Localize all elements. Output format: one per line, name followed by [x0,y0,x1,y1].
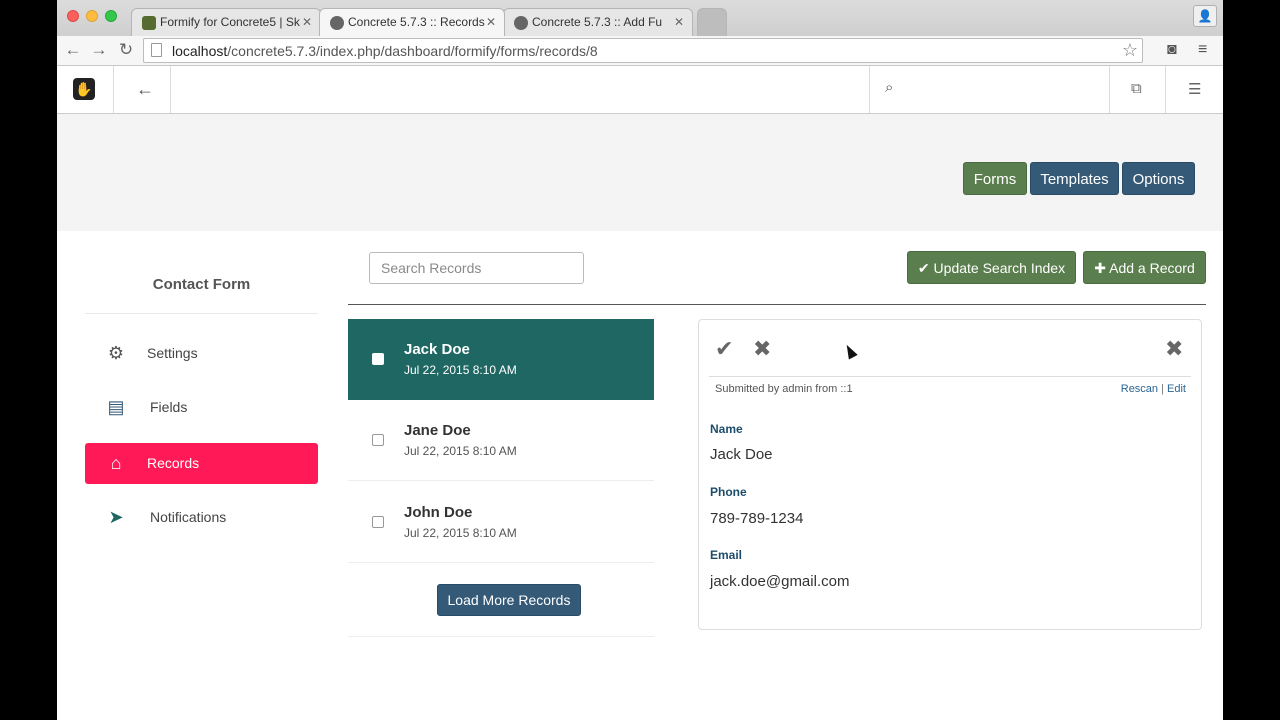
cms-search[interactable]: ⌕ [869,66,1110,113]
plus-icon: ✚ [1094,260,1106,276]
url-text: localhost/concrete5.7.3/index.php/dashbo… [172,43,598,59]
record-date: Jul 22, 2015 8:10 AM [404,526,517,540]
browser-window: Formify for Concrete5 | Sk ✕ Concrete 5.… [57,0,1223,720]
sidebar-item-label: Records [147,455,200,471]
divider [709,376,1191,377]
reject-x-icon[interactable]: ✖ [753,336,771,362]
load-more-records-button[interactable]: Load More Records [437,584,581,616]
update-search-index-button[interactable]: ✔ Update Search Index [907,251,1076,284]
page-icon [151,43,162,57]
record-date: Jul 22, 2015 8:10 AM [404,444,517,458]
options-button[interactable]: Options [1122,162,1195,195]
link-separator: | [1161,383,1164,395]
sidebar-item-notifications[interactable]: ➤ Notifications [85,497,318,538]
add-record-button[interactable]: ✚ Add a Record [1083,251,1206,284]
tab-strip: Formify for Concrete5 | Sk ✕ Concrete 5.… [57,0,1223,36]
approve-check-icon[interactable]: ✔ [715,336,733,362]
new-tab-button[interactable] [697,8,727,36]
edit-link[interactable]: Edit [1167,383,1186,395]
record-checkbox[interactable] [372,516,384,528]
button-label: Update Search Index [933,260,1066,276]
record-item-jack-doe[interactable]: Jack Doe Jul 22, 2015 8:10 AM [348,319,654,400]
divider [1165,66,1166,113]
address-bar[interactable]: localhost/concrete5.7.3/index.php/dashbo… [143,38,1143,63]
cms-toolbar: ✋ ← ⌕ ⧉ ☰ [57,66,1223,114]
logo-cell[interactable]: ✋ [57,66,114,113]
field-label-email: Email [710,548,743,562]
sidebar-item-label: Notifications [150,509,227,525]
divider [348,304,1206,305]
settings-sliders-icon[interactable]: ☰ [1188,80,1201,98]
paper-plane-icon: ➤ [108,507,124,527]
maximize-window-button[interactable] [105,10,117,22]
tab-title: Formify for Concrete5 | Sk [160,15,300,29]
field-label-phone: Phone [710,485,747,499]
formify-favicon-icon [142,16,156,30]
sidebar-item-fields[interactable]: ▤ Fields [85,387,318,428]
tab-close-icon[interactable]: ✕ [674,15,684,29]
divider [348,636,654,637]
record-name: Jack Doe [404,341,470,358]
detail-links: Rescan | Edit [1121,383,1186,395]
record-name: Jane Doe [404,422,471,439]
button-label: Add a Record [1109,260,1195,276]
forms-button[interactable]: Forms [963,162,1027,195]
back-icon[interactable]: ← [62,40,84,60]
menu-icon[interactable]: ≡ [1198,41,1207,59]
field-value-name: Jack Doe [710,446,773,463]
sidebar-item-settings[interactable]: ⚙ Settings [85,333,318,374]
sidebar-item-records[interactable]: ⌂ Records [85,443,318,484]
gear-icon: ⚙ [107,343,125,363]
tab-close-icon[interactable]: ✕ [302,15,312,29]
divider [85,313,318,314]
pages-icon[interactable]: ⧉ [1131,80,1142,97]
concrete5-favicon-icon [514,16,528,30]
browser-toolbar: ← → ↻ localhost/concrete5.7.3/index.php/… [57,36,1223,66]
minimize-window-button[interactable] [86,10,98,22]
reload-icon[interactable]: ↻ [115,40,137,60]
search-icon: ⌕ [885,79,894,96]
record-name: John Doe [404,504,473,521]
tab-title: Concrete 5.7.3 :: Records [348,15,485,29]
record-item-jane-doe[interactable]: Jane Doe Jul 22, 2015 8:10 AM [348,400,654,481]
arrow-left-icon[interactable]: ← [136,79,154,100]
record-checkbox[interactable] [372,353,384,365]
submitted-info: Submitted by admin from ::1 [715,383,853,395]
tab-add-function[interactable]: Concrete 5.7.3 :: Add Fu ✕ [503,8,693,36]
rescan-link[interactable]: Rescan [1121,383,1158,395]
sidebar-item-label: Settings [147,345,198,361]
field-value-email: jack.doe@gmail.com [710,573,850,590]
page-header: Forms Templates Options [57,114,1223,231]
field-value-phone: 789-789-1234 [710,510,804,527]
record-detail-panel: ✔ ✖ ✖ Submitted by admin from ::1 Rescan… [698,319,1202,630]
check-icon: ✔ [917,260,930,276]
back-cell[interactable]: ← [114,66,171,113]
camera-icon[interactable]: ◙ [1167,41,1177,59]
bookmark-star-icon[interactable]: ☆ [1122,40,1138,61]
tab-formify[interactable]: Formify for Concrete5 | Sk ✕ [131,8,321,36]
forward-icon[interactable]: → [88,40,110,60]
tab-close-icon[interactable]: ✕ [486,15,496,29]
list-icon: ▤ [107,397,125,417]
tab-title: Concrete 5.7.3 :: Add Fu [532,15,663,29]
record-date: Jul 22, 2015 8:10 AM [404,363,517,377]
form-title: Contact Form [152,276,251,293]
close-window-button[interactable] [67,10,79,22]
concrete5-logo-icon[interactable]: ✋ [73,78,95,100]
record-checkbox[interactable] [372,434,384,446]
templates-button[interactable]: Templates [1030,162,1119,195]
sidebar-item-label: Fields [150,399,188,415]
inbox-icon: ⌂ [110,453,122,473]
profile-icon[interactable]: 👤 [1193,5,1217,27]
search-records-input[interactable] [369,252,584,284]
record-item-john-doe[interactable]: John Doe Jul 22, 2015 8:10 AM [348,482,654,563]
concrete5-favicon-icon [330,16,344,30]
close-icon[interactable]: ✖ [1165,336,1183,362]
tab-records[interactable]: Concrete 5.7.3 :: Records ✕ [319,8,505,36]
field-label-name: Name [710,422,743,436]
